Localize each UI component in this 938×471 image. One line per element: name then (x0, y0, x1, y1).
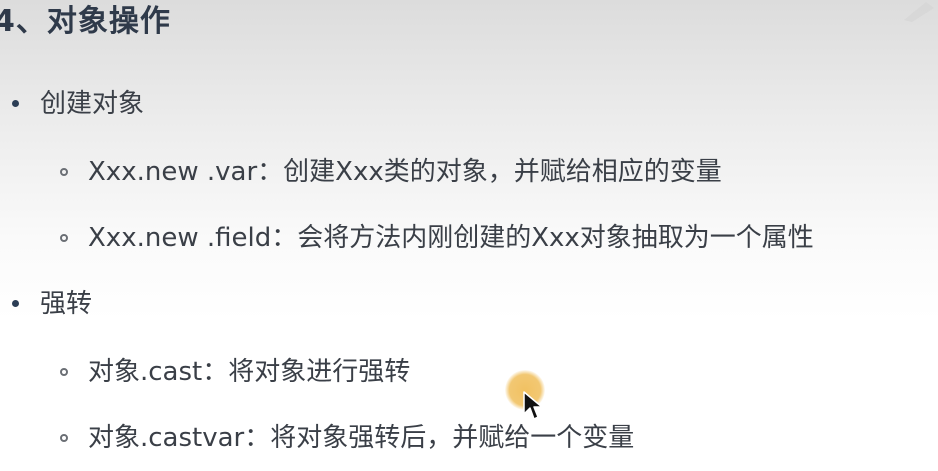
slide: 4、对象操作 创建对象 Xxx.new .var：创建Xxx类的对象，并赋给相应… (0, 0, 938, 471)
section-label: 强转 (40, 289, 93, 319)
mouse-pointer-icon (523, 391, 543, 420)
bullet-icon (12, 300, 19, 307)
sub-bullet-icon (60, 434, 68, 442)
sub-bullet-icon (60, 368, 68, 376)
list-item: Xxx.new .var：创建Xxx类的对象，并赋给相应的变量 (88, 157, 722, 187)
list-item: Xxx.new .field：会将方法内刚创建的Xxx对象抽取为一个属性 (88, 223, 814, 253)
list-item: 对象.castvar：将对象强转后，并赋给一个变量 (88, 423, 635, 453)
sub-bullet-icon (60, 234, 68, 242)
list-item: 对象.cast：将对象进行强转 (88, 357, 411, 387)
page-title: 4、对象操作 (0, 4, 171, 39)
bullet-icon (12, 100, 19, 107)
pencil-icon[interactable] (898, 0, 938, 22)
sub-bullet-icon (60, 168, 68, 176)
section-label: 创建对象 (40, 89, 145, 119)
